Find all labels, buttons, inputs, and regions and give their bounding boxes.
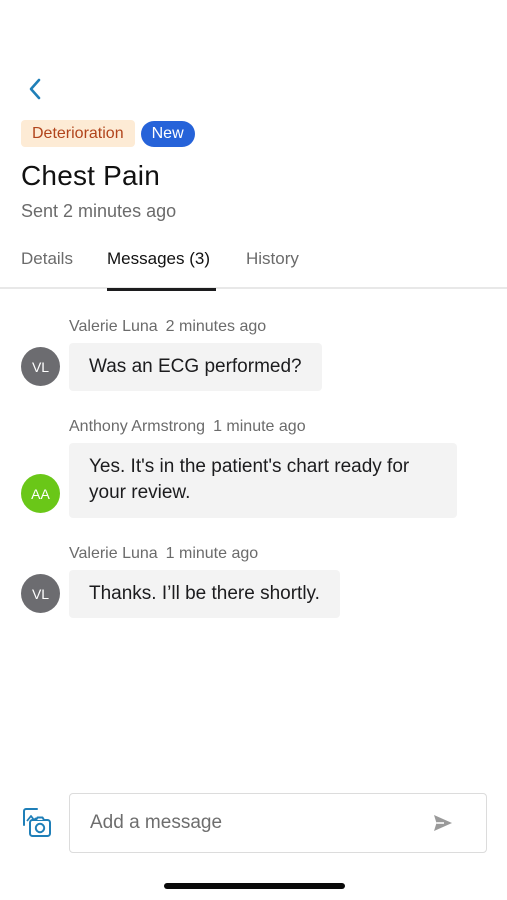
message-time: 1 minute ago — [165, 545, 259, 562]
message-text: Was an ECG performed? — [89, 356, 302, 377]
avatar[interactable]: AA — [21, 474, 60, 513]
message-composer — [0, 790, 507, 860]
message-bubble[interactable]: Was an ECG performed? — [69, 343, 322, 391]
avatar[interactable]: VL — [21, 347, 60, 386]
home-indicator — [164, 883, 345, 889]
message-time: 2 minutes ago — [165, 318, 267, 335]
badges: Deterioration New — [21, 120, 195, 147]
message-time: 1 minute ago — [213, 418, 306, 435]
message-input[interactable] — [90, 794, 410, 852]
tab-details[interactable]: Details — [21, 240, 73, 289]
avatar[interactable]: VL — [21, 574, 60, 613]
sent-time: Sent 2 minutes ago — [21, 201, 177, 221]
chevron-left-icon — [29, 78, 41, 100]
message-text-line: Yes. It's in the patient's chart ready f… — [89, 456, 410, 477]
message-input-box — [69, 793, 487, 853]
message-text: Thanks. I’ll be there shortly. — [89, 583, 320, 604]
message-meta: Anthony Armstrong 1 minute ago — [69, 418, 306, 436]
message-meta: Valerie Luna 2 minutes ago — [69, 318, 266, 336]
message-author: Anthony Armstrong — [69, 418, 206, 435]
tab-messages[interactable]: Messages (3) — [107, 240, 216, 291]
new-badge: New — [140, 120, 195, 147]
message-author: Valerie Luna — [69, 545, 158, 562]
camera-icon — [23, 808, 51, 837]
back-button[interactable] — [22, 76, 48, 102]
message-text-line: your review. — [89, 482, 191, 503]
page-title: Chest Pain — [21, 160, 160, 191]
attach-photo-button[interactable] — [20, 806, 54, 840]
tab-bar: Details Messages (3) History — [0, 240, 507, 291]
message-meta: Valerie Luna 1 minute ago — [69, 545, 258, 563]
tab-history[interactable]: History — [246, 240, 299, 289]
message-author: Valerie Luna — [69, 318, 158, 335]
send-icon — [434, 815, 452, 831]
send-button[interactable] — [432, 813, 454, 833]
deterioration-tag: Deterioration — [21, 120, 135, 147]
message-bubble[interactable]: Thanks. I’ll be there shortly. — [69, 570, 340, 618]
message-bubble[interactable]: Yes. It's in the patient's chart ready f… — [69, 443, 457, 518]
